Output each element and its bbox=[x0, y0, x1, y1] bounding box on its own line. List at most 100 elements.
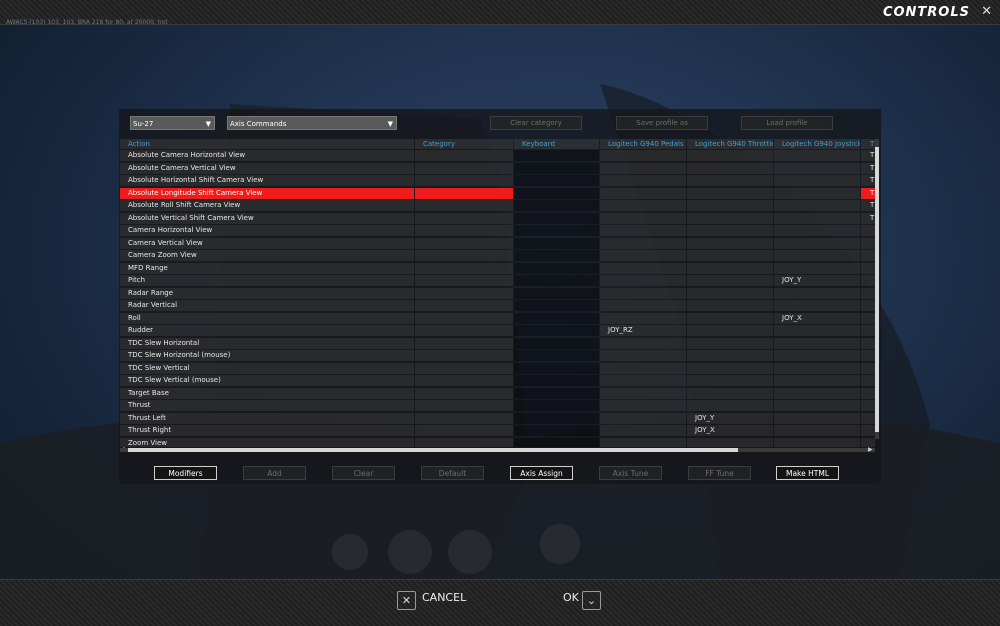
cell-joystick[interactable] bbox=[774, 375, 860, 386]
cell-pedals[interactable] bbox=[600, 162, 686, 174]
cell-keyboard[interactable] bbox=[514, 225, 599, 236]
cell-throttle[interactable] bbox=[687, 362, 773, 374]
cell-joystick[interactable] bbox=[774, 412, 860, 424]
cell-joystick[interactable] bbox=[774, 425, 860, 436]
cell-throttle[interactable] bbox=[687, 375, 773, 386]
cell-category[interactable] bbox=[415, 362, 513, 374]
cell-more[interactable] bbox=[861, 425, 875, 436]
cell-action[interactable]: Camera Horizontal View bbox=[120, 225, 414, 236]
cell-pedals[interactable] bbox=[600, 350, 686, 361]
cell-pedals[interactable] bbox=[600, 200, 686, 211]
cell-throttle[interactable] bbox=[687, 250, 773, 261]
table-row[interactable]: Camera Zoom View bbox=[120, 250, 876, 262]
cell-more[interactable] bbox=[861, 312, 875, 324]
cell-joystick[interactable]: JOY_X bbox=[774, 312, 860, 324]
column-header-throttle[interactable]: Logitech G940 Throttle bbox=[687, 139, 773, 149]
cell-joystick[interactable] bbox=[774, 162, 860, 174]
cell-keyboard[interactable] bbox=[514, 312, 599, 324]
cell-throttle[interactable] bbox=[687, 262, 773, 274]
cancel-x-icon[interactable]: ✕ bbox=[397, 591, 416, 610]
cell-throttle[interactable] bbox=[687, 225, 773, 236]
cell-pedals[interactable] bbox=[600, 150, 686, 161]
column-header-category[interactable]: Category bbox=[415, 139, 513, 149]
cell-pedals[interactable] bbox=[600, 275, 686, 286]
cell-category[interactable] bbox=[415, 162, 513, 174]
column-header-keyboard[interactable]: Keyboard bbox=[514, 139, 599, 149]
cell-pedals[interactable] bbox=[600, 300, 686, 311]
cell-throttle[interactable] bbox=[687, 400, 773, 411]
cell-throttle[interactable] bbox=[687, 200, 773, 211]
axis-assign-button[interactable]: Axis Assign bbox=[510, 466, 573, 480]
cell-pedals[interactable] bbox=[600, 237, 686, 249]
cell-action[interactable]: TDC Slew Vertical bbox=[120, 362, 414, 374]
cell-pedals[interactable] bbox=[600, 175, 686, 186]
table-row[interactable]: Rudder JOY_RZ bbox=[120, 325, 876, 337]
cell-pedals[interactable] bbox=[600, 337, 686, 349]
table-row[interactable]: Thrust Left JOY_Y bbox=[120, 412, 876, 425]
column-header-joystick[interactable]: Logitech G940 Joystick bbox=[774, 139, 860, 149]
cell-more[interactable] bbox=[861, 387, 875, 399]
cell-more[interactable] bbox=[861, 412, 875, 424]
cell-action[interactable]: Absolute Horizontal Shift Camera View bbox=[120, 175, 414, 186]
cell-action[interactable]: Absolute Camera Vertical View bbox=[120, 162, 414, 174]
cell-action[interactable]: Radar Vertical bbox=[120, 300, 414, 311]
cell-pedals[interactable] bbox=[600, 387, 686, 399]
cell-throttle[interactable] bbox=[687, 162, 773, 174]
table-row[interactable]: TDC Slew Horizontal bbox=[120, 337, 876, 350]
aircraft-select[interactable]: Su-27 ▼ bbox=[130, 116, 215, 130]
cell-action[interactable]: TDC Slew Vertical (mouse) bbox=[120, 375, 414, 386]
table-row[interactable]: Camera Horizontal View bbox=[120, 225, 876, 237]
cell-more[interactable] bbox=[861, 275, 875, 286]
cell-category[interactable] bbox=[415, 425, 513, 436]
table-row[interactable]: Absolute Camera Horizontal View T bbox=[120, 150, 876, 162]
cell-more[interactable] bbox=[861, 300, 875, 311]
column-header-action[interactable]: Action bbox=[120, 139, 414, 149]
cell-category[interactable] bbox=[415, 300, 513, 311]
clear-button[interactable]: Clear bbox=[332, 466, 395, 480]
table-row[interactable]: Radar Vertical bbox=[120, 300, 876, 312]
cell-category[interactable] bbox=[415, 200, 513, 211]
cell-keyboard[interactable] bbox=[514, 175, 599, 186]
cell-joystick[interactable] bbox=[774, 150, 860, 161]
cell-action[interactable]: Absolute Roll Shift Camera View bbox=[120, 200, 414, 211]
cell-more[interactable]: T bbox=[861, 175, 875, 186]
cell-joystick[interactable] bbox=[774, 337, 860, 349]
column-header-more[interactable]: T bbox=[861, 139, 875, 149]
cell-more[interactable] bbox=[861, 237, 875, 249]
default-button[interactable]: Default bbox=[421, 466, 484, 480]
cell-pedals[interactable] bbox=[600, 187, 686, 199]
cell-more[interactable]: T bbox=[861, 150, 875, 161]
table-row[interactable]: Absolute Horizontal Shift Camera View T bbox=[120, 175, 876, 187]
scrollbar-thumb[interactable] bbox=[128, 448, 738, 452]
cell-keyboard[interactable] bbox=[514, 412, 599, 424]
cell-category[interactable] bbox=[415, 275, 513, 286]
cell-more[interactable]: T bbox=[861, 212, 875, 224]
cell-throttle[interactable] bbox=[687, 212, 773, 224]
cell-action[interactable]: Camera Zoom View bbox=[120, 250, 414, 261]
close-icon[interactable]: ✕ bbox=[981, 4, 992, 19]
cell-more[interactable] bbox=[861, 225, 875, 236]
cell-keyboard[interactable] bbox=[514, 200, 599, 211]
modifiers-button[interactable]: Modifiers bbox=[154, 466, 217, 480]
table-row[interactable]: Absolute Roll Shift Camera View T bbox=[120, 200, 876, 212]
table-row[interactable]: Thrust Right JOY_X bbox=[120, 425, 876, 437]
cell-category[interactable] bbox=[415, 212, 513, 224]
cell-action[interactable]: Thrust bbox=[120, 400, 414, 411]
cell-category[interactable] bbox=[415, 187, 513, 199]
cell-action[interactable]: Absolute Vertical Shift Camera View bbox=[120, 212, 414, 224]
cell-joystick[interactable] bbox=[774, 225, 860, 236]
cell-category[interactable] bbox=[415, 150, 513, 161]
table-row[interactable]: MFD Range bbox=[120, 262, 876, 275]
cell-pedals[interactable] bbox=[600, 312, 686, 324]
cell-throttle[interactable]: JOY_X bbox=[687, 425, 773, 436]
cell-category[interactable] bbox=[415, 412, 513, 424]
cell-pedals[interactable] bbox=[600, 412, 686, 424]
cell-keyboard[interactable] bbox=[514, 400, 599, 411]
cell-more[interactable] bbox=[861, 400, 875, 411]
cell-action[interactable]: TDC Slew Horizontal (mouse) bbox=[120, 350, 414, 361]
cell-more[interactable]: TR bbox=[861, 187, 875, 199]
cell-throttle[interactable] bbox=[687, 312, 773, 324]
cell-pedals[interactable] bbox=[600, 425, 686, 436]
cell-joystick[interactable] bbox=[774, 212, 860, 224]
cell-more[interactable] bbox=[861, 250, 875, 261]
